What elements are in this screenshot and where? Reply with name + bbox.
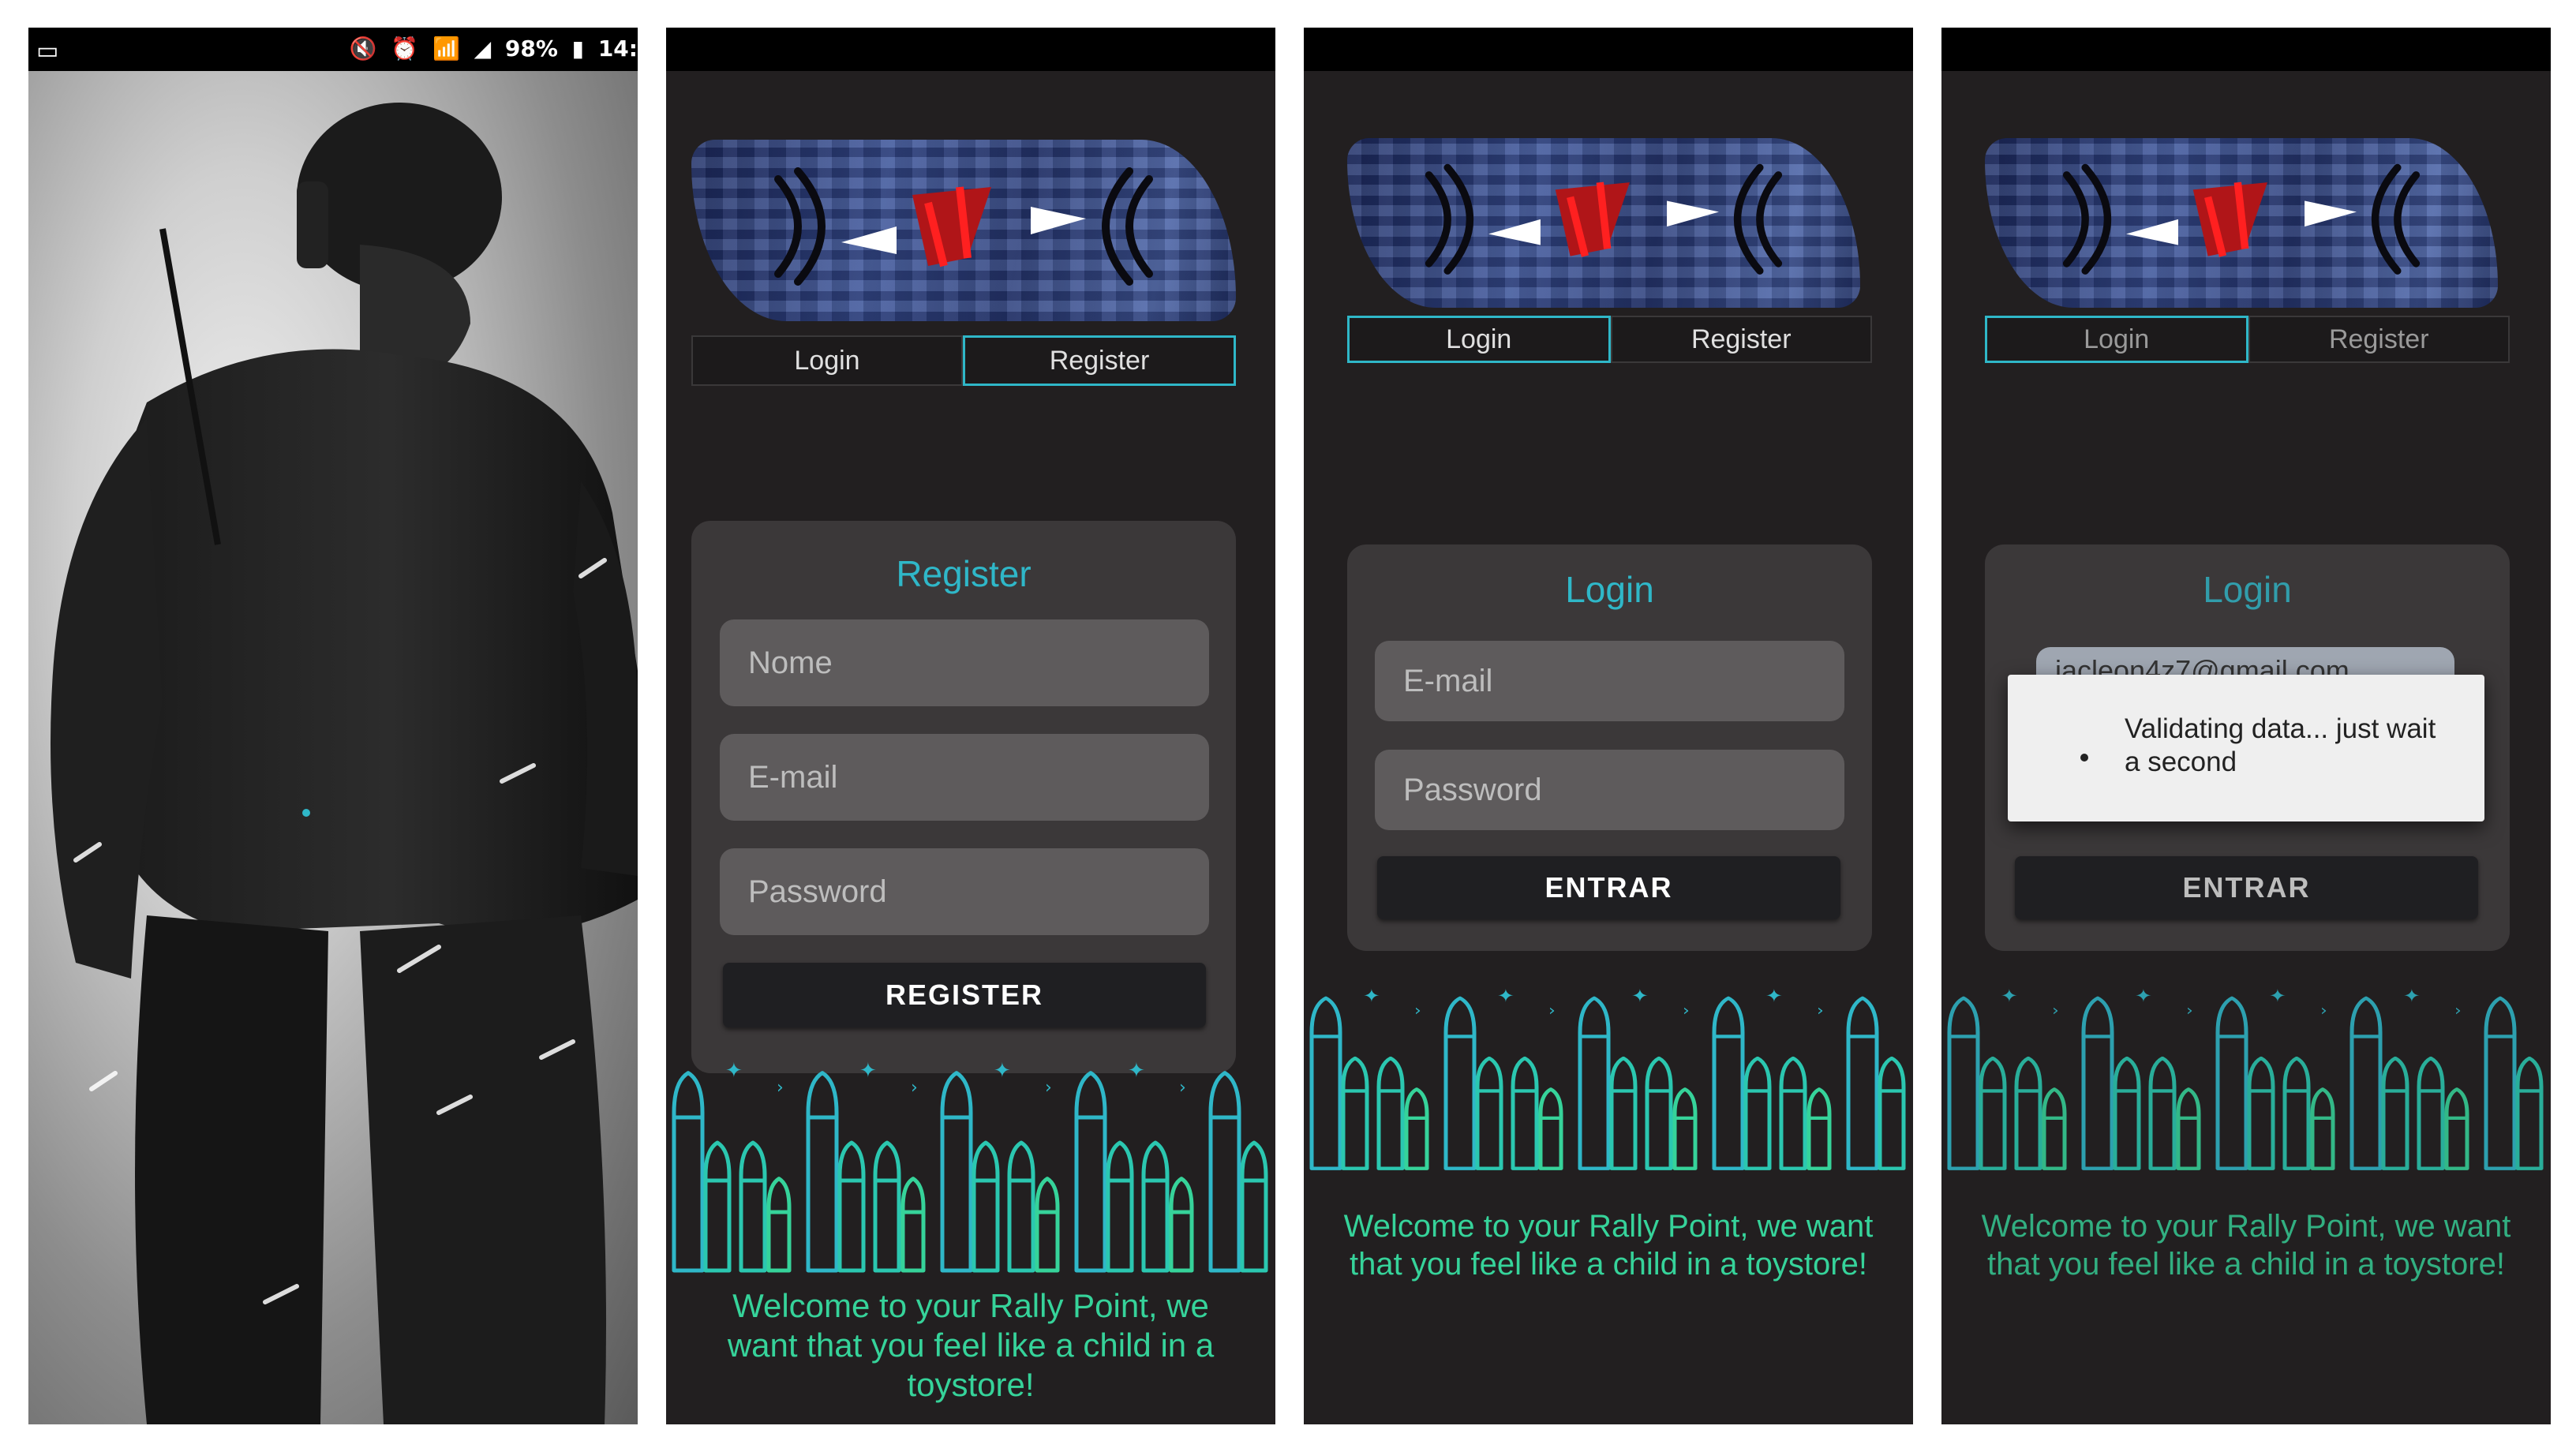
card-title: Register — [896, 553, 1032, 594]
svg-text:›: › — [1817, 1001, 1824, 1019]
screen-icon: ▭ — [36, 38, 59, 64]
login-button[interactable]: ENTRAR — [1377, 856, 1840, 919]
welcome-message: Welcome to your Rally Point, we want tha… — [727, 1287, 1215, 1403]
tab-register[interactable]: Register — [2248, 316, 2510, 363]
alarm-icon: ⏰ — [391, 36, 419, 62]
svg-text:›: › — [777, 1078, 784, 1098]
bullets-decoration: ✦ ✦ ✦ ✦ › › › › — [1941, 975, 2551, 1172]
bullets-pattern-icon: ✦ ✦ ✦ ✦ › › › › — [672, 1059, 1268, 1273]
svg-text:›: › — [1414, 1001, 1421, 1019]
svg-text:✦: ✦ — [725, 1059, 743, 1083]
svg-text:›: › — [1179, 1078, 1186, 1098]
logo-emblem-icon — [1425, 163, 1783, 275]
email-input[interactable]: E-mail — [720, 734, 1209, 821]
status-bar: ▭ 🔇 ⏰ 📶 ◢ 98% ▮ 14: — [28, 28, 638, 71]
tab-login[interactable]: Login — [691, 335, 963, 386]
app-logo-banner — [1347, 138, 1860, 308]
svg-text:✦: ✦ — [994, 1059, 1011, 1083]
status-bar — [666, 28, 1275, 71]
login-validating-screen: Login Register Login ENTRAR jacleon4z7@g… — [1941, 28, 2551, 1424]
svg-text:✦: ✦ — [2001, 985, 2018, 1006]
login-card: Login E-mail Password ENTRAR — [1347, 544, 1872, 951]
svg-text:✦: ✦ — [1363, 985, 1380, 1006]
loading-spinner-icon — [2080, 754, 2088, 762]
svg-text:✦: ✦ — [1497, 985, 1515, 1006]
svg-text:›: › — [1683, 1001, 1690, 1019]
logo-emblem-icon — [774, 167, 1153, 286]
tab-register[interactable]: Register — [1610, 316, 1872, 363]
signal-icon: ◢ — [474, 36, 492, 62]
card-title: Login — [1565, 569, 1654, 610]
svg-text:✦: ✦ — [1765, 985, 1783, 1006]
svg-text:›: › — [2186, 1001, 2193, 1019]
splash-screen: ▭ 🔇 ⏰ 📶 ◢ 98% ▮ 14: — [28, 28, 638, 1424]
email-input[interactable]: E-mail — [1375, 641, 1844, 721]
wifi-icon: 📶 — [432, 36, 460, 62]
clock: 14: — [597, 36, 638, 62]
svg-text:✦: ✦ — [2135, 985, 2152, 1006]
welcome-message: Welcome to your Rally Point, we want tha… — [1981, 1209, 2511, 1282]
logo-emblem-icon — [2062, 163, 2421, 275]
status-bar — [1941, 28, 2551, 71]
name-input[interactable]: Nome — [720, 619, 1209, 706]
tab-register[interactable]: Register — [963, 335, 1236, 386]
bullets-pattern-icon: ✦ ✦ ✦ ✦ › › › › — [1947, 985, 2544, 1170]
battery-percent: 98% — [504, 36, 558, 62]
app-logo-banner — [1985, 138, 2498, 308]
svg-text:✦: ✦ — [2403, 985, 2421, 1006]
auth-tabs: Login Register — [1347, 316, 1872, 363]
password-input[interactable]: Password — [720, 848, 1209, 935]
auth-tabs: Login Register — [1985, 316, 2510, 363]
svg-text:›: › — [2320, 1001, 2327, 1019]
svg-text:›: › — [1548, 1001, 1556, 1019]
battery-icon: ▮ — [571, 36, 585, 62]
svg-text:✦: ✦ — [1128, 1059, 1145, 1083]
svg-text:✦: ✦ — [1631, 985, 1649, 1006]
login-screen: Login Register Login E-mail Password ENT… — [1304, 28, 1913, 1424]
auth-tabs: Login Register — [691, 335, 1236, 386]
svg-text:›: › — [911, 1078, 918, 1098]
status-bar — [1304, 28, 1913, 71]
bullets-decoration: ✦ ✦ ✦ ✦ › › › › — [1304, 975, 1913, 1172]
svg-text:✦: ✦ — [859, 1059, 877, 1083]
svg-text:›: › — [2052, 1001, 2059, 1019]
card-title: Login — [2203, 569, 2292, 610]
dialog-message: Validating data... just wait a second — [2125, 713, 2436, 777]
register-button[interactable]: REGISTER — [723, 963, 1206, 1027]
progress-dialog: Validating data... just wait a second — [2008, 675, 2484, 821]
tab-login[interactable]: Login — [1347, 316, 1611, 363]
svg-text:›: › — [1045, 1078, 1052, 1098]
svg-text:›: › — [2454, 1001, 2462, 1019]
password-input[interactable]: Password — [1375, 750, 1844, 830]
svg-text:✦: ✦ — [2269, 985, 2286, 1006]
tab-login[interactable]: Login — [1985, 316, 2248, 363]
soldier-splash-image — [28, 71, 638, 1424]
app-logo-banner — [691, 140, 1236, 321]
register-screen: Login Register Register Nome E-mail Pass… — [666, 28, 1275, 1424]
bullets-pattern-icon: ✦ ✦ ✦ ✦ › › › › — [1309, 985, 1906, 1170]
welcome-message: Welcome to your Rally Point, we want tha… — [1343, 1209, 1874, 1282]
soldier-silhouette — [51, 103, 638, 1424]
email-input-filled[interactable]: jacleon4z7@gmail.com — [2036, 647, 2454, 679]
login-button[interactable]: ENTRAR — [2015, 856, 2478, 919]
mute-icon: 🔇 — [349, 36, 377, 62]
register-card: Register Nome E-mail Password REGISTER — [691, 521, 1236, 1073]
bullets-decoration: ✦ ✦ ✦ ✦ › › › › — [666, 1046, 1275, 1274]
